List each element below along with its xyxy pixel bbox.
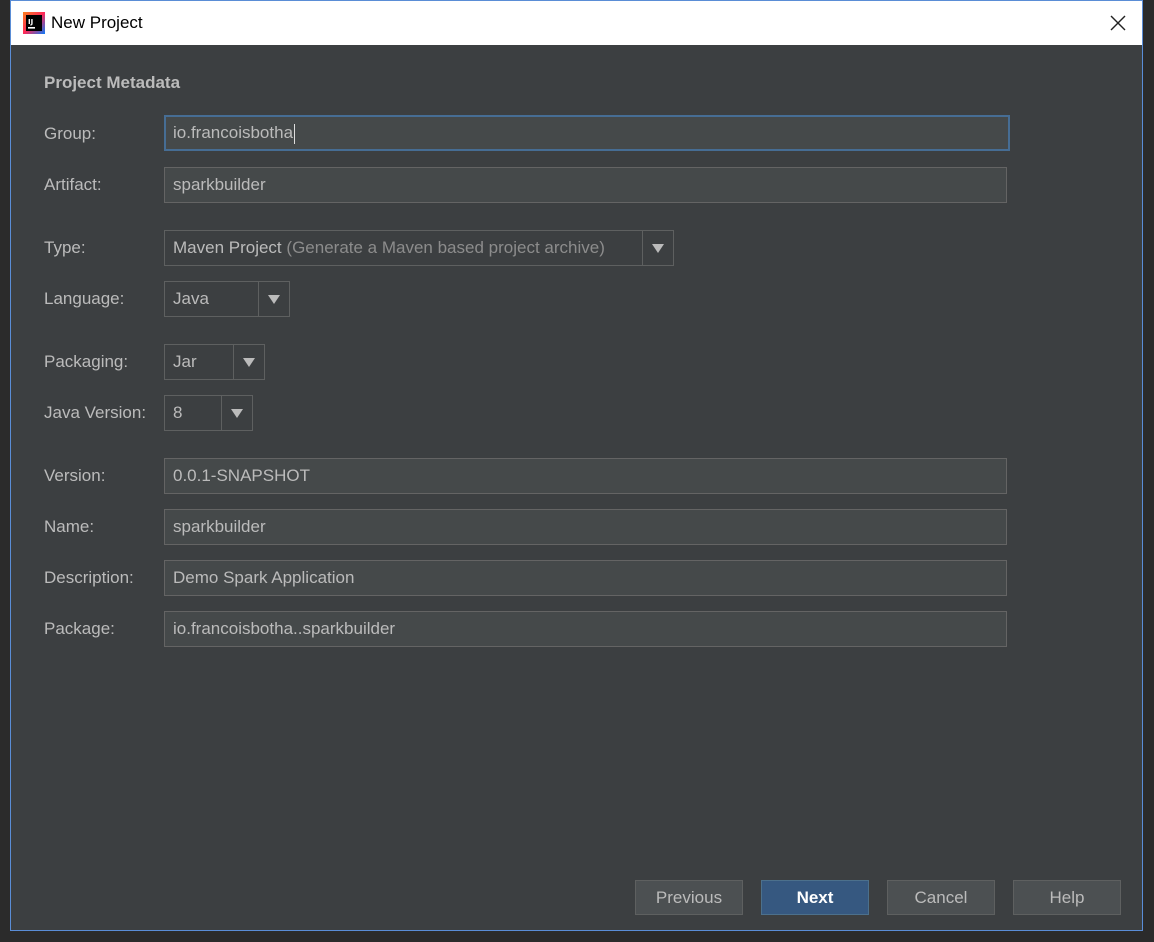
chevron-down-icon[interactable] (642, 231, 673, 265)
language-dropdown-value: Java (173, 289, 209, 308)
section-title: Project Metadata (44, 73, 181, 92)
type-dropdown-value: Maven Project (173, 238, 282, 257)
type-dropdown[interactable]: Maven Project (Generate a Maven based pr… (164, 230, 674, 266)
language-label: Language: (44, 289, 125, 308)
cancel-button[interactable]: Cancel (887, 880, 995, 915)
version-label: Version: (44, 466, 106, 485)
description-field[interactable]: Demo Spark Application (164, 560, 1007, 596)
packaging-label: Packaging: (44, 352, 129, 371)
text-caret (294, 123, 296, 144)
new-project-dialog: IJ New Project Project Metadata Group: i… (10, 0, 1143, 931)
close-icon (1110, 15, 1126, 31)
type-dropdown-hint: (Generate a Maven based project archive) (286, 238, 605, 257)
intellij-idea-icon: IJ (23, 12, 45, 34)
artifact-field[interactable]: sparkbuilder (164, 167, 1007, 203)
packaging-dropdown[interactable]: Jar (164, 344, 265, 380)
language-dropdown[interactable]: Java (164, 281, 290, 317)
java-version-label: Java Version: (44, 403, 147, 422)
java-version-dropdown-value: 8 (173, 403, 183, 422)
name-label: Name: (44, 517, 95, 536)
chevron-down-icon[interactable] (233, 345, 264, 379)
name-field[interactable]: sparkbuilder (164, 509, 1007, 545)
chevron-down-icon[interactable] (258, 282, 289, 316)
type-dropdown-text: Maven Project (Generate a Maven based pr… (173, 231, 605, 265)
java-version-dropdown[interactable]: 8 (164, 395, 253, 431)
packaging-dropdown-value: Jar (173, 352, 197, 371)
window-title: New Project (51, 13, 143, 32)
type-label: Type: (44, 238, 86, 257)
artifact-label: Artifact: (44, 175, 102, 194)
description-label: Description: (44, 568, 134, 587)
package-label: Package: (44, 619, 115, 638)
group-field-value: io.francoisbotha (173, 123, 294, 142)
svg-text:IJ: IJ (28, 18, 33, 26)
next-button[interactable]: Next (761, 880, 869, 915)
version-field[interactable]: 0.0.1-SNAPSHOT (164, 458, 1007, 494)
group-label: Group: (44, 124, 96, 143)
title-bar: IJ New Project (11, 1, 1142, 45)
group-field[interactable]: io.francoisbotha (164, 115, 1010, 151)
previous-button[interactable]: Previous (635, 880, 743, 915)
help-button[interactable]: Help (1013, 880, 1121, 915)
close-button[interactable] (1104, 9, 1132, 37)
package-field[interactable]: io.francoisbotha..sparkbuilder (164, 611, 1007, 647)
chevron-down-icon[interactable] (221, 396, 252, 430)
